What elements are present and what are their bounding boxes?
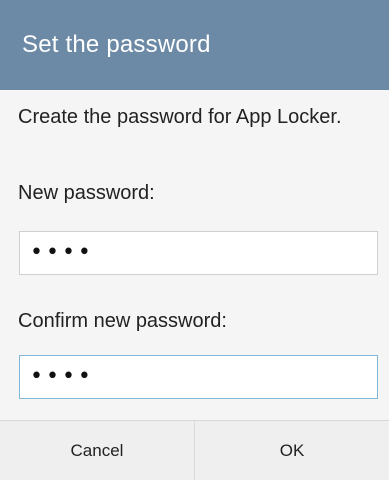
ok-button[interactable]: OK: [195, 421, 389, 480]
confirm-password-label: Confirm new password:: [18, 310, 227, 332]
dialog-body: Create the password for App Locker. New …: [0, 90, 389, 420]
set-password-dialog: Set the password Create the password for…: [0, 0, 389, 480]
dialog-title-bar: Set the password: [0, 0, 389, 90]
new-password-value: ••••: [30, 240, 94, 265]
confirm-password-input[interactable]: ••••: [19, 355, 378, 399]
new-password-label: New password:: [18, 182, 155, 204]
cancel-button[interactable]: Cancel: [0, 421, 195, 480]
confirm-password-value: ••••: [30, 364, 94, 389]
dialog-title: Set the password: [22, 31, 211, 58]
new-password-input[interactable]: ••••: [19, 231, 378, 275]
dialog-description: Create the password for App Locker.: [18, 106, 342, 128]
dialog-button-bar: Cancel OK: [0, 420, 389, 480]
